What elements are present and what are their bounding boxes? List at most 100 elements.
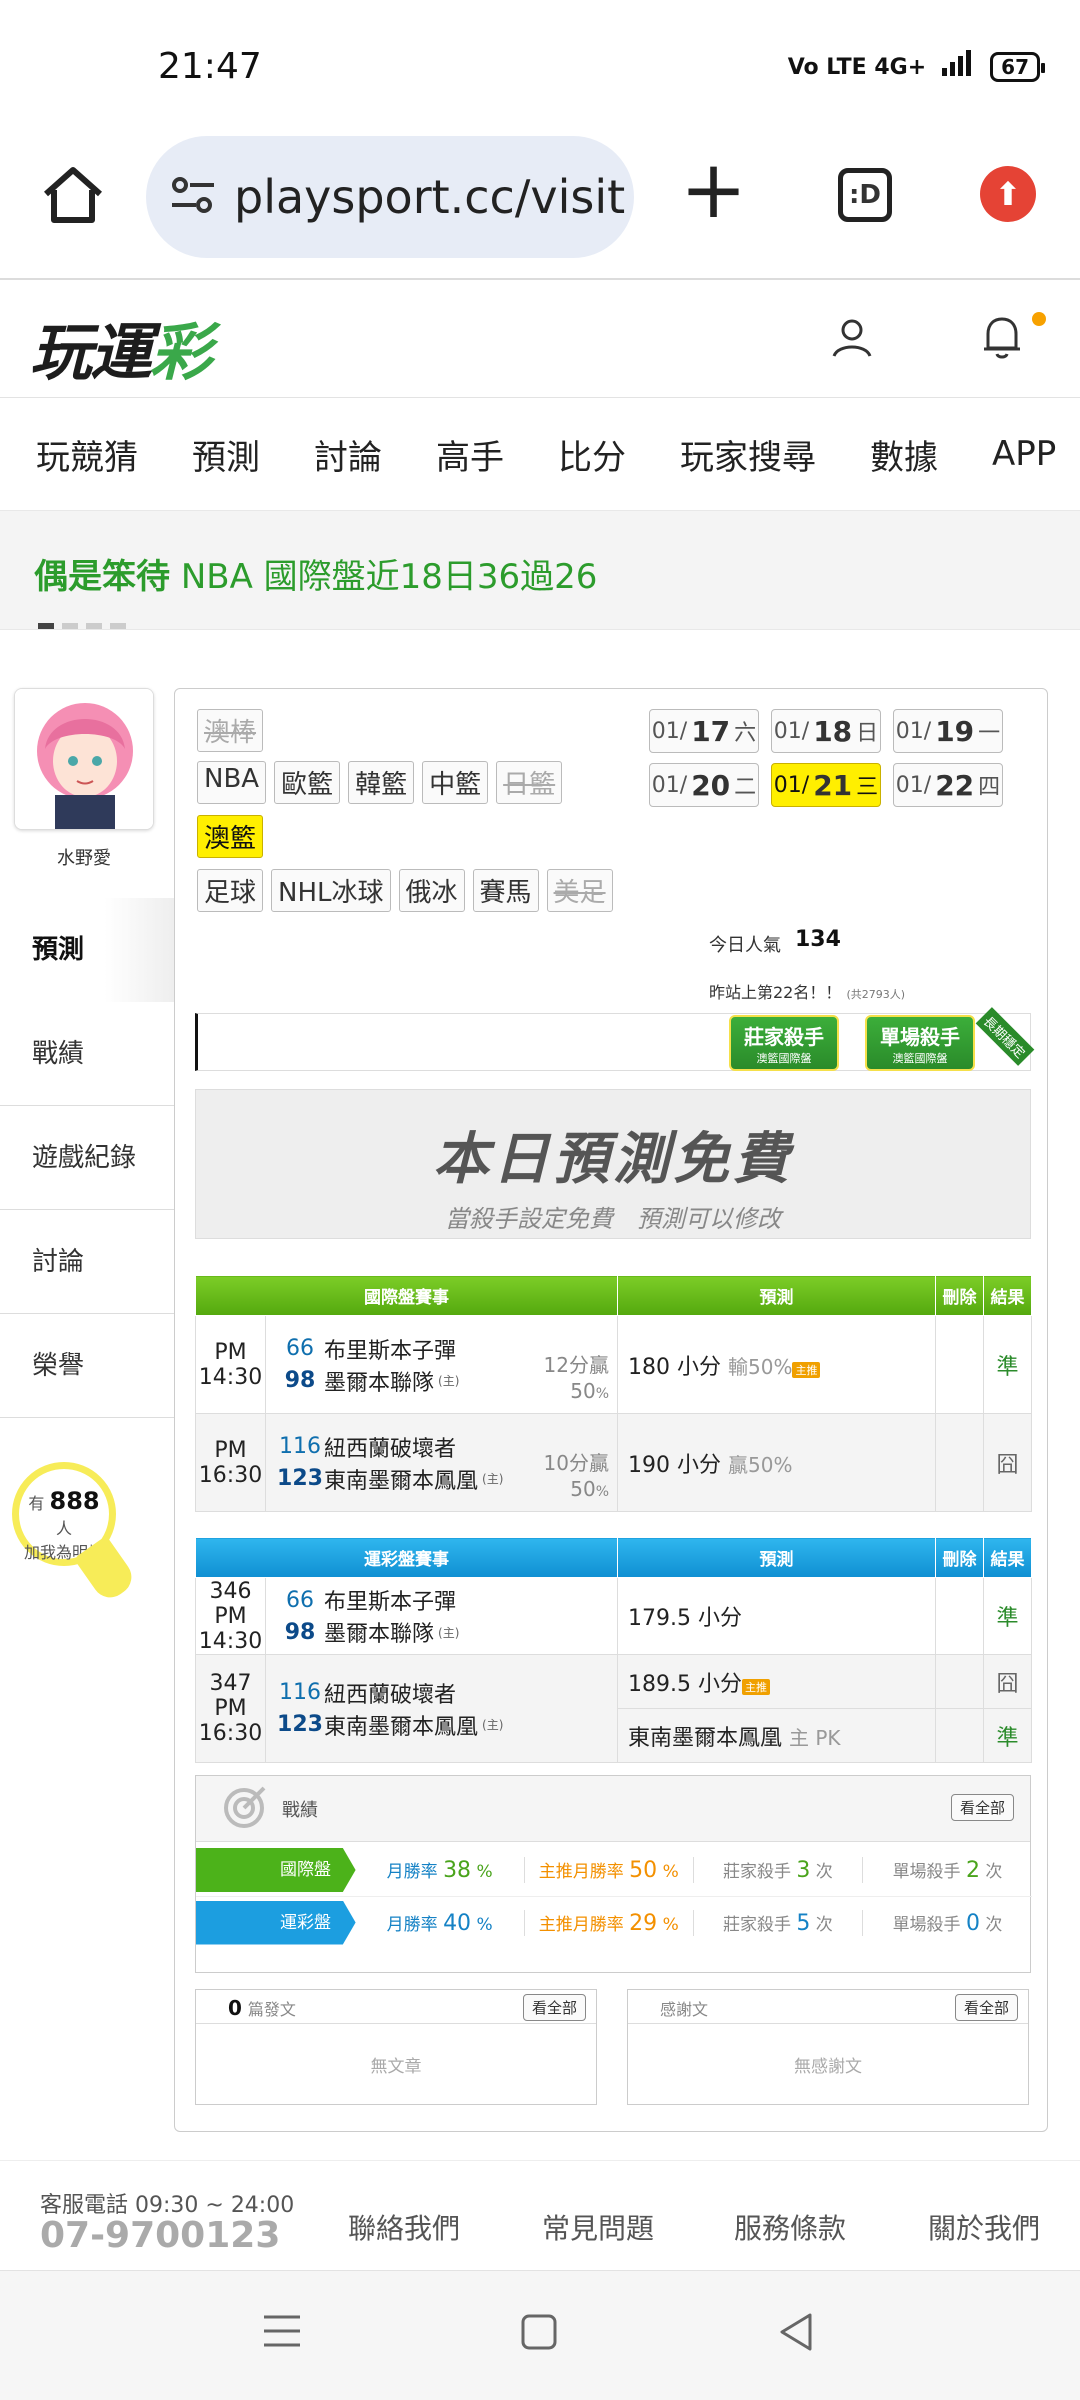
sport-tag-aus-basketball[interactable]: 澳籃	[197, 815, 264, 858]
nav-item-player-search[interactable]: 玩家搜尋	[662, 430, 834, 479]
site-logo[interactable]: 玩運彩	[30, 302, 212, 392]
record-banker: 莊家殺手 5 次	[694, 1909, 863, 1936]
footer-link-contact[interactable]: 聯絡我們	[348, 2207, 460, 2247]
status-icons: Vo LTE 4G+ 67	[788, 50, 1045, 84]
tab-switcher-button[interactable]: :D	[838, 168, 892, 222]
sport-tag-china-basketball[interactable]: 中籃	[422, 761, 489, 804]
date-button-selected[interactable]: 01/21 三	[771, 763, 881, 807]
table-header: 國際盤賽事	[195, 1275, 618, 1316]
nav-item-predict[interactable]: 預測	[174, 430, 278, 479]
footer-link-faq[interactable]: 常見問題	[542, 2207, 654, 2247]
new-tab-icon[interactable]: +	[680, 150, 747, 230]
nav-item-experts[interactable]: 高手	[418, 430, 522, 479]
thanks-empty: 無感謝文	[794, 2057, 862, 2077]
sport-tag-russia-hockey[interactable]: 俄冰	[398, 869, 465, 912]
logo-text-a: 玩運	[30, 316, 152, 389]
date-button[interactable]: 01/20 二	[649, 763, 759, 807]
sport-tag-american-football[interactable]: 美足	[546, 869, 613, 912]
sport-lottery-table: 運彩盤賽事 預測 刪除 結果 346 PM 14:30 66 布里斯本子彈 98 墨爾…	[195, 1537, 1032, 1763]
sport-tag-euro-basketball[interactable]: 歐籃	[274, 761, 341, 804]
thanks-header: 感謝文 看全部	[628, 1990, 1028, 2024]
nav-item-scores[interactable]: 比分	[540, 430, 644, 479]
delete-cell[interactable]	[935, 1413, 984, 1512]
record-header: 戰績 看全部	[196, 1776, 1030, 1842]
side-item-record[interactable]: 戰績	[0, 1002, 174, 1106]
system-nav-bar	[0, 2270, 1080, 2400]
menu-icon[interactable]	[262, 2313, 302, 2353]
home-square-icon[interactable]	[520, 2313, 558, 2355]
side-item-game-log[interactable]: 遊戲紀錄	[0, 1106, 174, 1210]
sport-tags-row-1: 澳棒	[197, 709, 271, 752]
rank-text: 昨站上第22名！！ (共2793人)	[709, 983, 906, 1002]
date-button[interactable]: 01/22 四	[893, 763, 1003, 807]
thanks-box: 感謝文 看全部 無感謝文	[627, 1989, 1029, 2105]
side-item-predict[interactable]: 預測	[0, 898, 174, 1002]
profile-name: 水野愛	[57, 848, 111, 869]
fans-count: 888	[49, 1487, 100, 1515]
update-icon[interactable]: ⬆	[980, 166, 1036, 222]
posts-count: 0	[228, 1996, 242, 2020]
site-settings-icon[interactable]	[170, 175, 216, 219]
posts-view-all-button[interactable]: 看全部	[522, 1994, 586, 2021]
nav-item-guess[interactable]: 玩競猜	[18, 430, 156, 479]
nav-item-discuss[interactable]: 討論	[296, 430, 400, 479]
side-item-honor[interactable]: 榮譽	[0, 1314, 174, 1418]
game-time: PM 14:30	[195, 1315, 266, 1414]
popularity-value: 134	[795, 927, 841, 952]
record-main-rate: 主推月勝率 50 %	[525, 1857, 694, 1883]
delete-cell[interactable]	[935, 1315, 984, 1414]
date-button[interactable]: 01/17 六	[649, 709, 759, 753]
delete-cell[interactable]	[935, 1577, 984, 1655]
record-label: 運彩盤	[196, 1900, 356, 1945]
sport-tags-row-2: NBA 歐籃 韓籃 中籃 日籃	[197, 761, 570, 804]
table-row: PM 16:30 116 紐西蘭破壞者 123 東南墨爾本鳳凰 (主) 10分贏 50%…	[195, 1413, 1032, 1512]
posts-header: 0 篇發文 看全部	[196, 1990, 596, 2024]
sport-tags-row-3: 澳籃	[197, 815, 271, 858]
user-icon[interactable]	[830, 316, 874, 360]
away-team: 紐西蘭破壞者	[324, 1682, 457, 1708]
date-button[interactable]: 01/18 日	[771, 709, 881, 753]
table-row: PM 14:30 66 布里斯本子彈 98 墨爾本聯隊 (主) 12分贏 50% 180…	[195, 1315, 1032, 1414]
sport-tag-horse-racing[interactable]: 賽馬	[472, 869, 539, 912]
footer-link-terms[interactable]: 服務條款	[734, 2207, 846, 2247]
back-icon[interactable]	[776, 2311, 816, 2357]
sport-tag-aus-baseball[interactable]: 澳棒	[197, 709, 264, 752]
result-cell: 囧	[983, 1654, 1032, 1709]
sport-tag-korea-basketball[interactable]: 韓籃	[348, 761, 415, 804]
game-time: 346 PM 14:30	[195, 1577, 266, 1655]
record-month-rate: 月勝率 40 %	[356, 1909, 525, 1936]
delete-cell[interactable]	[935, 1654, 984, 1709]
date-button[interactable]: 01/19 一	[893, 709, 1003, 753]
posts-box: 0 篇發文 看全部 無文章	[195, 1989, 597, 2105]
record-row-sport: 運彩盤 月勝率 40 % 主推月勝率 29 % 莊家殺手 5 次 單場殺手 0 …	[196, 1896, 1032, 1948]
headline-text[interactable]: 偶是笨待 NBA 國際盤近18日36過26	[34, 549, 597, 598]
record-row-intl: 國際盤 月勝率 38 % 主推月勝率 50 % 莊家殺手 3 次 單場殺手 2 …	[196, 1844, 1032, 1896]
bell-icon[interactable]	[980, 314, 1024, 360]
record-label: 國際盤	[196, 1848, 356, 1892]
record-view-all-button[interactable]: 看全部	[950, 1794, 1014, 1821]
avatar[interactable]	[14, 688, 154, 830]
support-phone[interactable]: 07-9700123	[40, 2215, 280, 2256]
side-item-discuss[interactable]: 討論	[0, 1210, 174, 1314]
page: 21:47 Vo LTE 4G+ 67 playsport.cc/visit +…	[0, 0, 1080, 2400]
headline-user: 偶是笨待	[34, 557, 170, 597]
table-header: 運彩盤賽事	[195, 1537, 618, 1578]
sport-tag-nba[interactable]: NBA	[197, 761, 267, 804]
home-icon[interactable]	[38, 160, 108, 230]
sport-tag-nhl[interactable]: NHL冰球	[271, 869, 391, 912]
delete-cell[interactable]	[935, 1708, 984, 1763]
thanks-view-all-button[interactable]: 看全部	[954, 1994, 1018, 2021]
nav-item-data[interactable]: 數據	[852, 430, 956, 479]
result-cell: 準	[983, 1708, 1032, 1763]
home-team: 東南墨爾本鳳凰	[324, 1468, 479, 1494]
sport-tag-japan-basketball[interactable]: 日籃	[496, 761, 563, 804]
fans-prefix: 有	[28, 1494, 45, 1513]
record-month-rate: 月勝率 38 %	[356, 1857, 525, 1883]
url-text[interactable]: playsport.cc/visit	[234, 170, 625, 224]
footer-link-about[interactable]: 關於我們	[928, 2207, 1040, 2247]
address-bar[interactable]: playsport.cc/visit	[146, 136, 634, 258]
sport-tag-soccer[interactable]: 足球	[197, 869, 264, 912]
nav-item-app[interactable]: APP	[974, 434, 1074, 474]
free-prediction-banner: 本日預測免費 當殺手設定免費 預測可以修改	[195, 1089, 1031, 1239]
result-cell: 準	[983, 1315, 1032, 1414]
